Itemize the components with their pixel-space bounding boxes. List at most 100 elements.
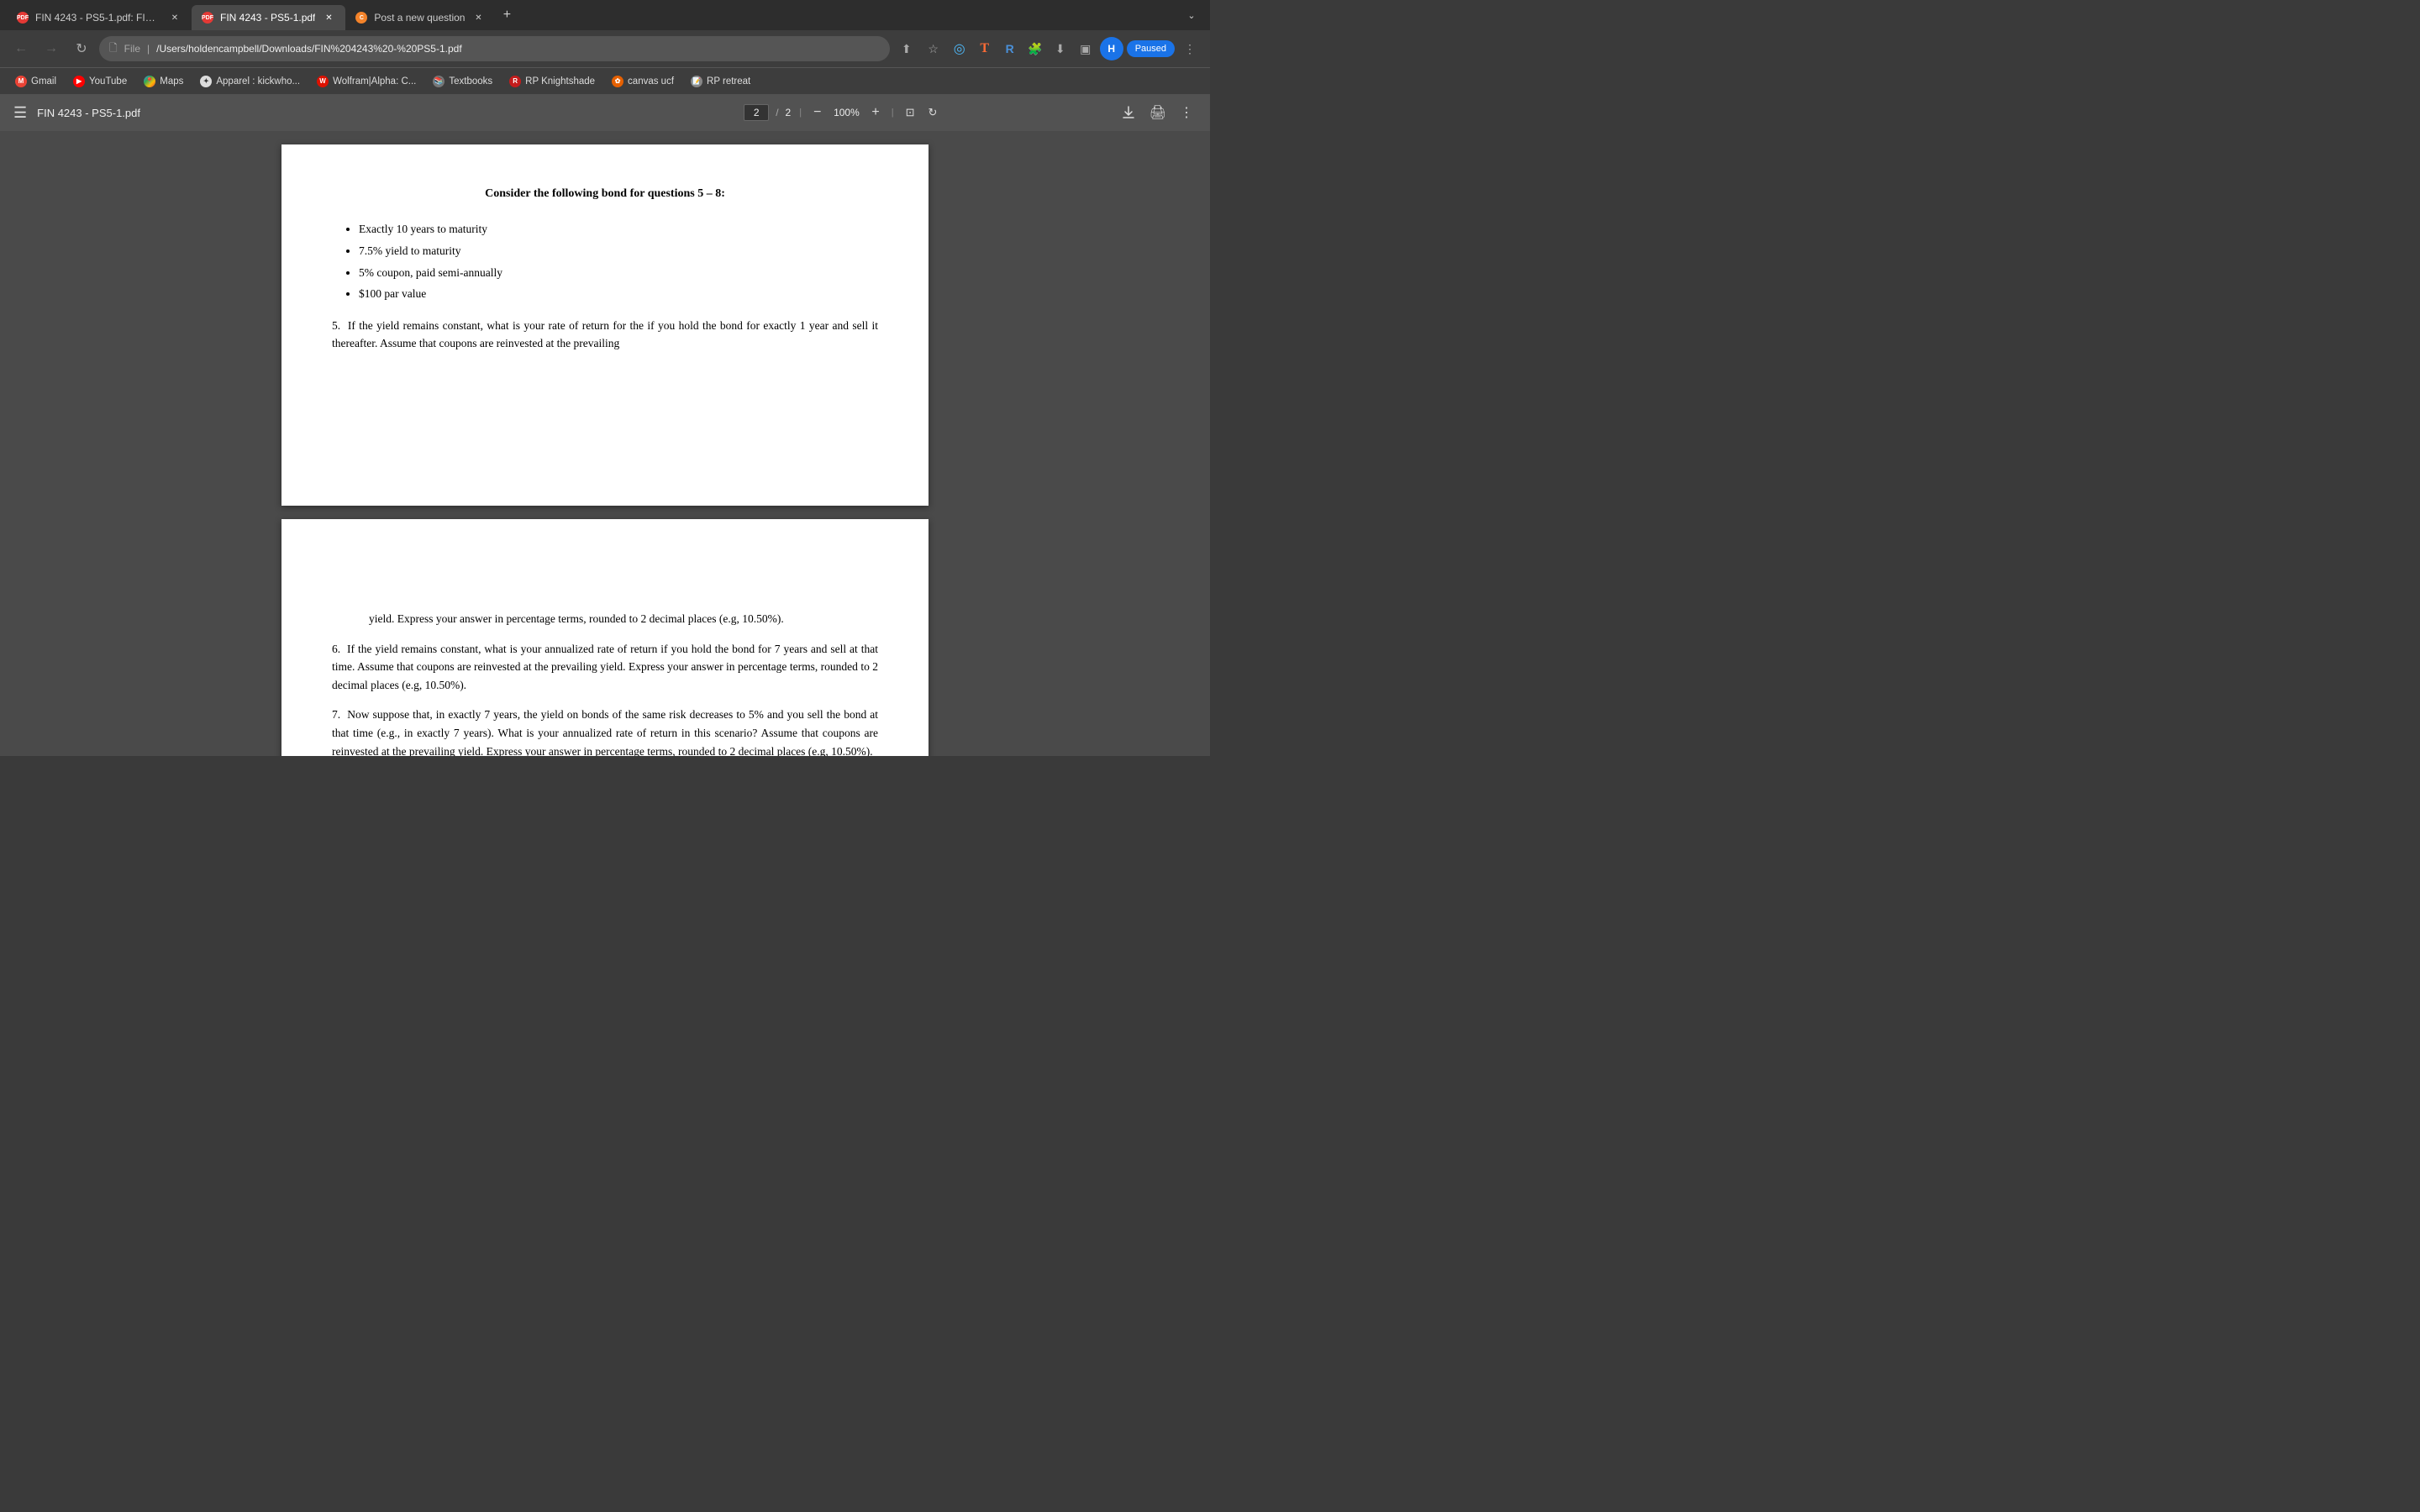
maps-favicon: 📍 bbox=[144, 76, 155, 87]
pdf-q7-number: 7. bbox=[332, 708, 347, 721]
tab-2-favicon: PDF bbox=[202, 12, 213, 24]
tab-1[interactable]: PDF FIN 4243 - PS5-1.pdf: FIN424... ✕ bbox=[7, 5, 192, 30]
extension-2-icon[interactable]: T bbox=[974, 38, 996, 60]
bookmarks-bar: M Gmail ▶ YouTube 📍 Maps ✦ Apparel : kic… bbox=[0, 67, 1210, 94]
bookmark-apparel-label: Apparel : kickwho... bbox=[216, 76, 300, 87]
tab-bar: PDF FIN 4243 - PS5-1.pdf: FIN424... ✕ PD… bbox=[0, 0, 1210, 30]
profile-button[interactable]: H bbox=[1100, 37, 1123, 60]
pdf-rotate-button[interactable]: ↻ bbox=[925, 104, 941, 121]
extension-3-icon[interactable]: R bbox=[999, 38, 1021, 60]
extension-1-icon[interactable]: ◎ bbox=[949, 38, 971, 60]
tab-2[interactable]: PDF FIN 4243 - PS5-1.pdf ✕ bbox=[192, 5, 345, 30]
nav-actions: ⬆ ☆ ◎ T R 🧩 ⬇ ▣ H Paused ⋮ bbox=[895, 37, 1202, 60]
pdf-page-total: 2 bbox=[786, 107, 792, 118]
pdf-question-6: 6. If the yield remains constant, what i… bbox=[332, 640, 878, 695]
rp-knightshade-favicon: R bbox=[509, 76, 521, 87]
paused-button[interactable]: Paused bbox=[1127, 40, 1175, 57]
pdf-q5-cont-text: yield. Express your answer in percentage… bbox=[369, 612, 784, 625]
bookmark-youtube[interactable]: ▶ YouTube bbox=[66, 72, 134, 91]
pdf-title: FIN 4243 - PS5-1.pdf bbox=[37, 107, 567, 119]
pdf-more-button[interactable]: ⋮ bbox=[1176, 101, 1197, 124]
pdf-question-5: 5. If the yield remains constant, what i… bbox=[332, 317, 878, 353]
address-bar[interactable]: 🗋 File | /Users/holdencampbell/Downloads… bbox=[99, 36, 890, 61]
url-separator: | bbox=[147, 43, 150, 55]
pdf-print-button[interactable]: 🖨 bbox=[1146, 101, 1170, 124]
pdf-q5-number: 5. bbox=[332, 319, 348, 332]
pdf-q7-text: Now suppose that, in exactly 7 years, th… bbox=[332, 708, 878, 756]
tab-3[interactable]: C Post a new question ✕ bbox=[345, 5, 495, 30]
file-icon: 🗋 bbox=[109, 40, 118, 58]
pdf-q6-text: If the yield remains constant, what is y… bbox=[332, 643, 878, 691]
rp-retreat-favicon: 📝 bbox=[691, 76, 702, 87]
bookmark-wolfram[interactable]: W Wolfram|Alpha: C... bbox=[310, 72, 423, 91]
forward-button[interactable]: → bbox=[39, 36, 64, 61]
extensions-area: ◎ T R 🧩 ⬇ ▣ bbox=[949, 38, 1097, 60]
pdf-page-input[interactable] bbox=[744, 104, 769, 121]
pdf-content-area[interactable]: Consider the following bond for question… bbox=[0, 131, 1210, 756]
textbooks-favicon: 📚 bbox=[433, 76, 445, 87]
navigation-bar: ← → ↻ 🗋 File | /Users/holdencampbell/Dow… bbox=[0, 30, 1210, 67]
pdf-bullet-1: Exactly 10 years to maturity bbox=[359, 220, 878, 239]
pdf-q6-number: 6. bbox=[332, 643, 347, 655]
pdf-menu-button[interactable]: ☰ bbox=[13, 104, 27, 122]
back-button[interactable]: ← bbox=[8, 36, 34, 61]
tab-3-title: Post a new question bbox=[374, 12, 465, 24]
gmail-favicon: M bbox=[15, 76, 27, 87]
bookmark-textbooks-label: Textbooks bbox=[449, 76, 492, 87]
bookmark-rp-retreat[interactable]: 📝 RP retreat bbox=[684, 72, 757, 91]
new-tab-button[interactable]: + bbox=[495, 3, 518, 27]
bookmark-gmail[interactable]: M Gmail bbox=[8, 72, 63, 91]
pdf-bullet-3: 5% coupon, paid semi-annually bbox=[359, 264, 878, 282]
bookmark-wolfram-label: Wolfram|Alpha: C... bbox=[333, 76, 416, 87]
tab-1-favicon: PDF bbox=[17, 12, 29, 24]
tab-expand-button[interactable]: ⌄ bbox=[1180, 3, 1203, 27]
tab-2-close[interactable]: ✕ bbox=[322, 11, 335, 24]
refresh-button[interactable]: ↻ bbox=[69, 36, 94, 61]
bookmark-textbooks[interactable]: 📚 Textbooks bbox=[426, 72, 499, 91]
pdf-divider-1: | bbox=[799, 108, 802, 118]
bookmark-canvas-label: canvas ucf bbox=[628, 76, 674, 87]
bookmark-button[interactable]: ☆ bbox=[922, 37, 945, 60]
bookmark-rp-knightshade[interactable]: R RP Knightshade bbox=[502, 72, 602, 91]
pdf-download-button[interactable] bbox=[1118, 102, 1139, 123]
pdf-q5-continuation: yield. Express your answer in percentage… bbox=[369, 610, 878, 628]
bookmark-gmail-label: Gmail bbox=[31, 76, 56, 87]
bookmark-apparel[interactable]: ✦ Apparel : kickwho... bbox=[193, 72, 307, 91]
pdf-page-2: Consider the following bond for question… bbox=[281, 144, 929, 506]
pdf-divider-2: | bbox=[892, 108, 894, 118]
split-view-button[interactable]: ▣ bbox=[1075, 38, 1097, 60]
tab-3-favicon: C bbox=[355, 12, 367, 24]
pdf-zoom-value: 100% bbox=[831, 107, 861, 118]
pdf-page-separator: / bbox=[776, 107, 778, 118]
pdf-bullet-4: $100 par value bbox=[359, 285, 878, 303]
canvas-favicon: ✿ bbox=[612, 76, 623, 87]
share-button[interactable]: ⬆ bbox=[895, 37, 918, 60]
profile-initial: H bbox=[1107, 43, 1115, 55]
bookmark-canvas[interactable]: ✿ canvas ucf bbox=[605, 72, 681, 91]
tab-1-close[interactable]: ✕ bbox=[168, 11, 182, 24]
pdf-toolbar: ☰ FIN 4243 - PS5-1.pdf / 2 | − 100% + | … bbox=[0, 94, 1210, 131]
bookmark-maps-label: Maps bbox=[160, 76, 183, 87]
pdf-zoom-in-button[interactable]: + bbox=[868, 103, 882, 122]
pdf-q5-text: If the yield remains constant, what is y… bbox=[332, 319, 878, 350]
extensions-button[interactable]: 🧩 bbox=[1024, 38, 1046, 60]
pdf-zoom-out-button[interactable]: − bbox=[810, 103, 824, 122]
file-label: File bbox=[124, 43, 140, 55]
pdf-fit-button[interactable]: ⊡ bbox=[902, 104, 918, 121]
url-text: /Users/holdencampbell/Downloads/FIN%2042… bbox=[156, 43, 462, 55]
tab-2-title: FIN 4243 - PS5-1.pdf bbox=[220, 12, 315, 24]
pdf-page2-bullets: Exactly 10 years to maturity 7.5% yield … bbox=[359, 220, 878, 302]
tab-3-close[interactable]: ✕ bbox=[471, 11, 485, 24]
bookmark-maps[interactable]: 📍 Maps bbox=[137, 72, 190, 91]
download-button[interactable]: ⬇ bbox=[1050, 38, 1071, 60]
bookmark-rp-knightshade-label: RP Knightshade bbox=[525, 76, 595, 87]
pdf-page-3: yield. Express your answer in percentage… bbox=[281, 519, 929, 756]
pdf-page2-heading: Consider the following bond for question… bbox=[332, 185, 878, 203]
pdf-bullet-2: 7.5% yield to maturity bbox=[359, 242, 878, 260]
pdf-toolbar-actions: 🖨 ⋮ bbox=[1118, 101, 1197, 124]
bookmark-youtube-label: YouTube bbox=[89, 76, 127, 87]
youtube-favicon: ▶ bbox=[73, 76, 85, 87]
bookmark-rp-retreat-label: RP retreat bbox=[707, 76, 750, 87]
chrome-menu-button[interactable]: ⋮ bbox=[1178, 37, 1202, 60]
apparel-favicon: ✦ bbox=[200, 76, 212, 87]
